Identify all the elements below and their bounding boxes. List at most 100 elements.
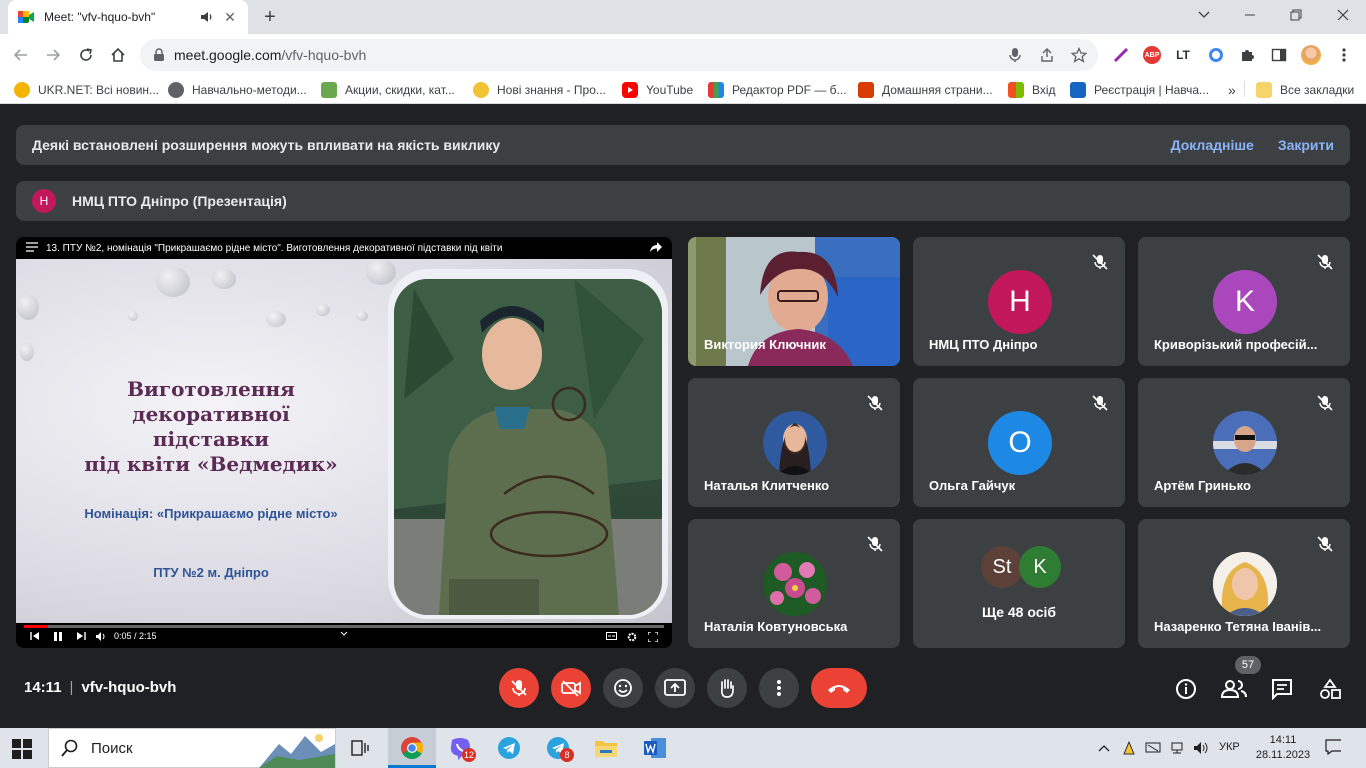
site-info-icon[interactable] xyxy=(153,48,165,67)
bookmark-item[interactable]: Редактор PDF — б... xyxy=(708,81,847,99)
task-view-icon[interactable] xyxy=(336,728,384,768)
puzzle-icon[interactable] xyxy=(1236,44,1258,66)
abp-badge-icon[interactable]: ABP xyxy=(1141,44,1163,66)
shared-screen-video[interactable]: Виготовлення декоративної підставки під … xyxy=(16,237,672,648)
presentation-title: НМЦ ПТО Дніпро (Презентація) xyxy=(72,193,287,209)
more-participants-label: Ще 48 осіб xyxy=(981,604,1057,620)
video-title: 13. ПТУ №2, номінація "Прикрашаємо рідне… xyxy=(46,242,503,254)
profile-avatar[interactable] xyxy=(1300,44,1322,66)
participant-name: Криворізький професій... xyxy=(1154,337,1318,352)
more-options-button[interactable] xyxy=(759,668,799,708)
address-bar[interactable]: meet.google.com/vfv-hquo-bvh xyxy=(140,39,1098,71)
bookmark-item[interactable]: Домашняя страни... xyxy=(858,81,993,99)
bookmark-item[interactable]: UKR.NET: Всі новин... xyxy=(14,81,159,99)
telegram-taskbar-icon[interactable] xyxy=(485,728,533,768)
activities-button[interactable] xyxy=(1317,676,1343,702)
telegram-desktop-taskbar-icon[interactable]: 8 xyxy=(534,728,582,768)
raise-hand-button[interactable] xyxy=(707,668,747,708)
back-arrow-icon[interactable] xyxy=(8,42,34,68)
microphone-icon[interactable] xyxy=(1006,46,1024,64)
bookmark-item[interactable]: Акции, скидки, кат... xyxy=(321,81,455,99)
skip-back-icon[interactable] xyxy=(30,632,40,642)
lt-icon[interactable]: LT xyxy=(1172,44,1194,66)
speaker-icon[interactable] xyxy=(1193,740,1209,756)
browser-tab-meet[interactable]: Meet: "vfv-hquo-bvh" ✕ xyxy=(8,0,248,34)
share-icon[interactable] xyxy=(1038,46,1056,64)
close-tab-icon[interactable]: ✕ xyxy=(222,9,238,25)
home-icon[interactable] xyxy=(105,42,131,68)
viber-taskbar-icon[interactable]: 12 xyxy=(436,728,484,768)
participant-avatar: О xyxy=(988,411,1052,475)
close-window-icon[interactable] xyxy=(1320,0,1366,30)
network-icon[interactable] xyxy=(1169,740,1185,756)
bookmark-item[interactable]: Вхід xyxy=(1008,81,1056,99)
fullscreen-icon[interactable] xyxy=(647,631,659,644)
bookmark-item[interactable]: Реєстрація | Навча... xyxy=(1070,81,1209,99)
restore-icon[interactable] xyxy=(1273,0,1319,30)
participant-tile[interactable]: Назаренко Тетяна Іванів... xyxy=(1138,519,1350,648)
participant-tile[interactable]: Артём Гринько xyxy=(1138,378,1350,507)
chat-icon xyxy=(1272,679,1292,700)
leave-call-button[interactable] xyxy=(811,668,867,708)
file-explorer-taskbar-icon[interactable] xyxy=(582,728,630,768)
audio-playing-icon[interactable] xyxy=(200,10,214,24)
tray-app-icon[interactable] xyxy=(1121,740,1137,756)
mic-off-icon xyxy=(1091,253,1109,271)
settings-gear-icon[interactable] xyxy=(627,632,637,644)
minimize-window-icon[interactable] xyxy=(1181,0,1227,30)
meeting-info-button[interactable] xyxy=(1173,676,1199,702)
bookmark-item[interactable]: Навчально-методи... xyxy=(168,81,307,99)
all-bookmarks-folder[interactable]: Все закладки xyxy=(1256,81,1354,99)
taskbar-search-box[interactable]: Поиск xyxy=(48,728,336,768)
participant-tile[interactable]: Наталья Клитченко xyxy=(688,378,900,507)
chrome-taskbar-icon[interactable] xyxy=(388,728,436,768)
share-arrow-icon[interactable] xyxy=(650,239,662,257)
chevron-down-icon[interactable] xyxy=(340,629,348,639)
reload-icon[interactable] xyxy=(73,42,99,68)
participant-tile[interactable]: Наталія Ковтуновська xyxy=(688,519,900,648)
circle-icon[interactable] xyxy=(1205,44,1227,66)
menu-dots-icon[interactable] xyxy=(1333,44,1355,66)
pause-icon[interactable] xyxy=(54,632,62,643)
taskbar-clock[interactable]: 14:11 28.11.2023 xyxy=(1252,733,1314,763)
participant-name: Наталья Клитченко xyxy=(704,478,830,493)
display-icon[interactable] xyxy=(1145,740,1161,756)
tray-chevron-up-icon[interactable] xyxy=(1096,740,1112,756)
volume-icon[interactable] xyxy=(96,632,107,643)
skip-next-icon[interactable] xyxy=(76,632,86,642)
chat-button[interactable] xyxy=(1269,676,1295,702)
learn-more-link[interactable]: Докладніше xyxy=(1171,137,1254,153)
windows-start-icon[interactable] xyxy=(12,739,32,764)
close-banner-button[interactable]: Закрити xyxy=(1278,137,1334,153)
forward-arrow-icon[interactable] xyxy=(40,42,66,68)
bookmark-item[interactable]: Нові знання - Про... xyxy=(473,81,606,99)
present-screen-button[interactable] xyxy=(655,668,695,708)
minimize-icon[interactable] xyxy=(1227,0,1273,30)
people-button[interactable] xyxy=(1221,676,1247,702)
camera-toggle-button[interactable] xyxy=(551,668,591,708)
pen-extension-icon[interactable] xyxy=(1110,44,1132,66)
notifications-icon[interactable] xyxy=(1325,739,1341,755)
participant-tile[interactable]: K Криворізький професій... xyxy=(1138,237,1350,366)
sidepanel-icon[interactable] xyxy=(1268,44,1290,66)
word-taskbar-icon[interactable] xyxy=(631,728,679,768)
bookmark-item[interactable]: YouTube xyxy=(622,81,693,99)
participant-tile[interactable]: О Ольга Гайчук xyxy=(913,378,1125,507)
video-progress-bar[interactable] xyxy=(24,625,664,628)
bookmark-star-icon[interactable] xyxy=(1070,46,1088,64)
presentation-header: Н НМЦ ПТО Дніпро (Презентація) xyxy=(16,181,1350,221)
more-bookmarks-button[interactable]: » xyxy=(1228,81,1236,99)
subtitles-icon[interactable] xyxy=(606,632,617,642)
reactions-button[interactable] xyxy=(603,668,643,708)
more-participants-tile[interactable]: St K Ще 48 осіб xyxy=(913,519,1125,648)
mic-toggle-button[interactable] xyxy=(499,668,539,708)
new-tab-button[interactable]: + xyxy=(258,5,282,29)
youtube-icon xyxy=(622,82,638,98)
participant-tile[interactable]: Виктория Ключник xyxy=(688,237,900,366)
keyboard-language[interactable]: УКР xyxy=(1219,741,1240,753)
playlist-icon[interactable] xyxy=(26,239,38,257)
info-icon xyxy=(1176,679,1196,699)
participant-name: Ольга Гайчук xyxy=(929,478,1016,493)
mic-off-icon xyxy=(1091,394,1109,412)
participant-tile[interactable]: Н НМЦ ПТО Дніпро xyxy=(913,237,1125,366)
